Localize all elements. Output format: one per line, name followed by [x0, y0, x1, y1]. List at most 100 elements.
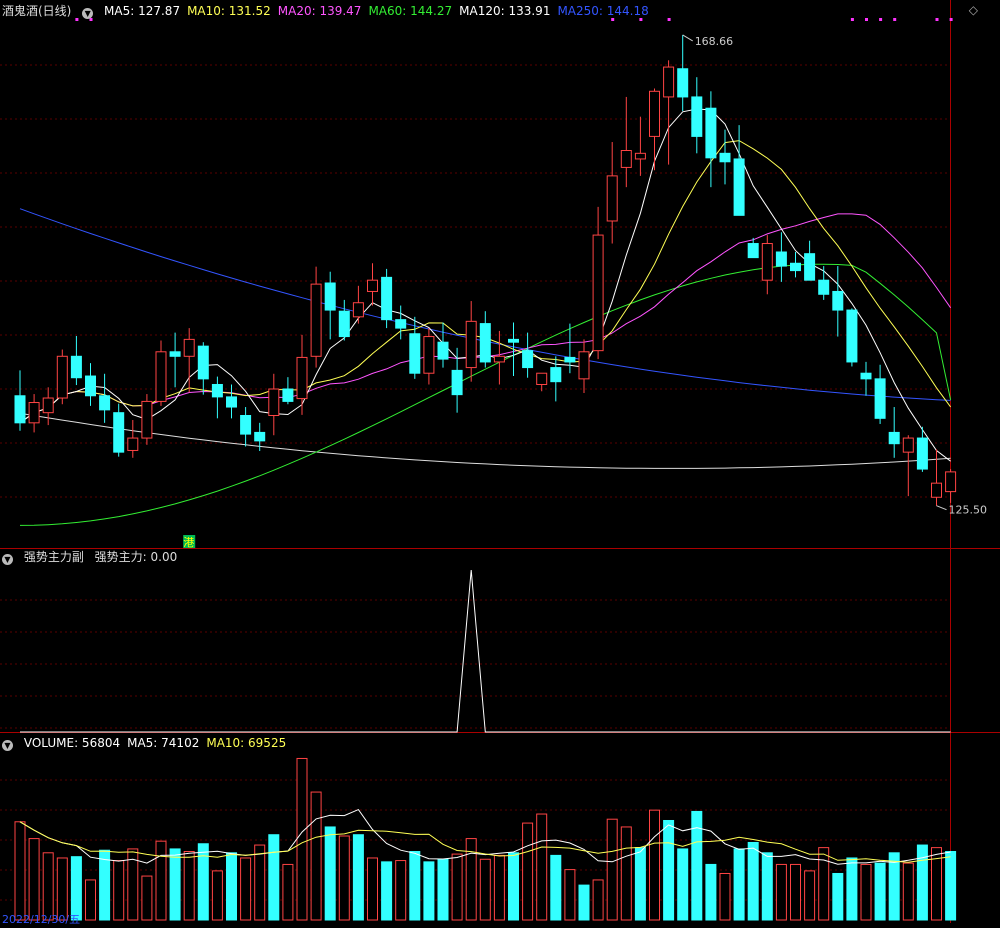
candle-up — [352, 302, 364, 318]
candle-down — [451, 369, 463, 396]
candle-down — [338, 310, 350, 338]
candle-down — [381, 276, 393, 321]
candle-down — [99, 395, 111, 411]
candle-up — [761, 243, 773, 281]
volume-bar-up — [775, 863, 787, 921]
volume-bar-up — [790, 863, 801, 921]
candle-up — [592, 234, 604, 352]
volume-bar-up — [592, 879, 604, 921]
volume-bar-up — [493, 854, 505, 921]
date-footer: 2022/12/30/五 — [2, 913, 81, 926]
ma-label-3: MA60: 144.27 — [368, 4, 453, 18]
high-pointer — [682, 34, 693, 42]
candle-down — [70, 355, 82, 379]
signal-dot — [667, 18, 671, 21]
volume-bar-up — [719, 872, 731, 921]
volume-bar-up — [818, 847, 830, 921]
ma-label-1: MA10: 131.52 — [187, 4, 271, 18]
volume-bar-down — [70, 856, 82, 921]
candle-up — [649, 90, 660, 137]
volume-bar-up — [367, 857, 378, 921]
candle-down — [705, 107, 717, 159]
volume-bar-up — [296, 757, 308, 921]
candle-down — [197, 345, 209, 380]
volume-bar-down — [733, 848, 745, 921]
signal-dot — [949, 18, 953, 21]
diamond-icon[interactable]: ◇ — [969, 3, 978, 17]
stock-title: 酒鬼酒(日线) — [2, 4, 72, 18]
ma120-line — [19, 412, 951, 469]
low-price-label: 125.50 — [949, 504, 988, 517]
candle-up — [367, 279, 378, 292]
candle-up — [578, 351, 590, 380]
candle-up — [902, 437, 914, 453]
volume-bar-down — [761, 852, 773, 921]
candle-up — [56, 355, 68, 399]
candle-down — [240, 415, 252, 435]
volume-bar-up — [211, 870, 223, 921]
volume-bar-up — [113, 860, 125, 921]
volume-bar-down — [268, 834, 280, 921]
volume-bar-down — [99, 849, 111, 921]
candle-up — [42, 397, 54, 414]
low-pointer — [936, 505, 947, 511]
candle-up — [296, 356, 308, 400]
volume-bar-up — [804, 870, 816, 921]
candle-down — [790, 262, 801, 272]
candle-down — [113, 412, 125, 453]
candle-down — [691, 96, 703, 137]
dropdown-icon[interactable]: ▼ — [2, 740, 13, 751]
volume-bar-down — [324, 826, 336, 921]
candle-down — [818, 279, 830, 295]
volume-bar-up — [649, 809, 660, 921]
volume-bar-down — [916, 844, 928, 921]
candle-up — [606, 175, 618, 222]
candle-down — [324, 282, 336, 311]
candle-up — [536, 372, 548, 385]
volume-bar-down — [550, 854, 562, 921]
volume-bar-up — [902, 862, 914, 921]
candle-down — [508, 338, 519, 343]
volume-label-1: MA5: 74102 — [127, 736, 200, 750]
volume-bar-up — [522, 822, 534, 921]
volume-bar-down — [945, 851, 957, 921]
candle-down — [733, 158, 745, 216]
volume-bar-up — [240, 857, 252, 921]
volume-bar-down — [226, 852, 237, 921]
volume-bar-down — [169, 848, 181, 921]
volume-bar-up — [42, 852, 54, 921]
signal-dot — [865, 18, 868, 21]
indicator-value: 强势主力: 0.00 — [94, 550, 178, 564]
candle-down — [226, 396, 237, 408]
candle-down — [832, 290, 844, 311]
high-price-label: 168.66 — [695, 35, 734, 48]
volume-bar-up — [14, 821, 26, 921]
volume-bar-up — [28, 838, 40, 921]
volume-bar-up — [85, 879, 96, 921]
candle-down — [804, 253, 816, 281]
volume-bar-up — [310, 791, 322, 921]
volume-bar-up — [254, 844, 266, 921]
candle-down — [860, 372, 872, 380]
stock-chart-canvas: 168.66 125.50 港 — [0, 0, 1000, 923]
candle-down — [282, 388, 294, 402]
volume-bar-down — [677, 848, 689, 921]
dropdown-icon[interactable]: ▼ — [82, 8, 94, 19]
candle-down — [211, 383, 223, 398]
volume-bar-up — [338, 835, 350, 921]
candle-down — [14, 395, 26, 424]
ma-label-5: MA250: 144.18 — [557, 4, 649, 18]
candle-down — [775, 251, 787, 267]
volume-bar-up — [465, 838, 477, 921]
ma-label-4: MA120: 133.91 — [459, 4, 551, 18]
price-panel-header: 酒鬼酒(日线) ▼ MA5: 127.87 MA10: 131.52 MA20: 1… — [2, 3, 663, 19]
volume-panel-header: ▼ VOLUME: 56804 MA5: 74102 MA10: 69525 — [2, 735, 300, 751]
volume-bar-up — [451, 853, 463, 921]
dropdown-icon[interactable]: ▼ — [2, 554, 13, 565]
candle-down — [888, 431, 900, 445]
candle-up — [945, 471, 957, 493]
candle-up — [493, 355, 505, 363]
signal-dot — [935, 18, 939, 21]
volume-bar-down — [832, 872, 844, 921]
candle-down — [916, 437, 928, 470]
